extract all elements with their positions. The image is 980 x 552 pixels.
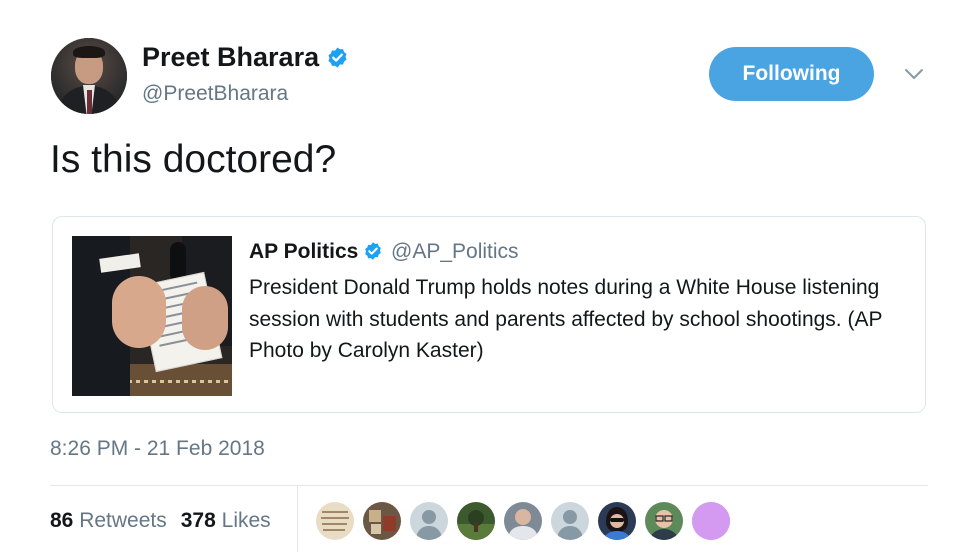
quoted-author-handle: @AP_Politics [391, 240, 519, 263]
avatar-person-sunglasses-icon [598, 502, 636, 540]
tweet-text: Is this doctored? [50, 138, 337, 181]
default-avatar-icon [551, 502, 589, 540]
avatar-photo-icon [363, 502, 401, 540]
avatar-purple-icon [692, 502, 730, 540]
retweets-stat[interactable]: 86 Retweets [50, 509, 167, 532]
author-handle[interactable]: @PreetBharara [142, 82, 288, 106]
quoted-author-name-row: AP Politics [249, 240, 383, 264]
quoted-tweet-photo[interactable] [72, 236, 232, 396]
avatar-person-icon [504, 502, 542, 540]
author-name[interactable]: Preet Bharara [142, 42, 319, 72]
chevron-down-icon[interactable] [902, 62, 926, 86]
liker-avatar[interactable] [363, 502, 401, 540]
likes-count: 378 [180, 509, 216, 532]
retweets-count: 86 [50, 509, 74, 532]
retweets-label: Retweets [79, 509, 167, 532]
quoted-tweet-card[interactable]: AP Politics @AP_Politics President Donal… [52, 216, 926, 413]
liker-avatar[interactable] [645, 502, 683, 540]
likes-label: Likes [221, 509, 271, 532]
verified-badge-icon [365, 242, 382, 260]
following-button[interactable]: Following [709, 47, 874, 101]
avatar-handwriting-icon [316, 502, 354, 540]
tweet-timestamp[interactable]: 8:26 PM - 21 Feb 2018 [50, 437, 265, 461]
liker-avatar[interactable] [692, 502, 730, 540]
quoted-tweet-text: President Donald Trump holds notes durin… [249, 276, 883, 362]
liker-avatar[interactable] [598, 502, 636, 540]
quoted-author-name: AP Politics [249, 240, 359, 263]
stats-vertical-divider [297, 486, 298, 552]
liker-avatar[interactable] [457, 502, 495, 540]
likes-stat[interactable]: 378 Likes [181, 509, 271, 532]
avatar-landscape-icon [457, 502, 495, 540]
liker-avatar[interactable] [504, 502, 542, 540]
liker-avatar[interactable] [551, 502, 589, 540]
tweet-stats: 86 Retweets 378 Likes [50, 509, 271, 533]
liker-avatar[interactable] [316, 502, 354, 540]
author-avatar[interactable] [51, 38, 127, 114]
avatar-person-glasses-icon [645, 502, 683, 540]
liker-avatar[interactable] [410, 502, 448, 540]
default-avatar-icon [410, 502, 448, 540]
stats-divider [50, 485, 928, 486]
author-name-row[interactable]: Preet Bharara [142, 42, 349, 73]
verified-badge-icon [328, 47, 347, 68]
